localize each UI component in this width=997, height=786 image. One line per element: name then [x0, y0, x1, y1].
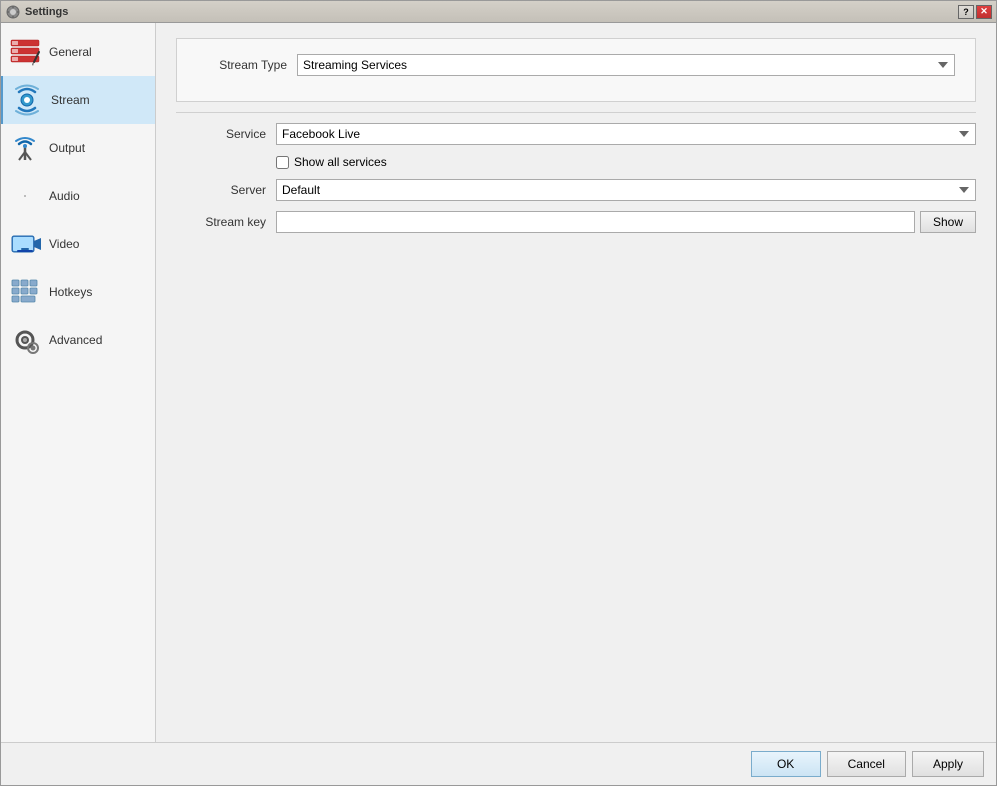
- service-label: Service: [176, 127, 266, 141]
- service-select[interactable]: Facebook Live: [276, 123, 976, 145]
- server-row: Server Default: [176, 179, 976, 201]
- service-control: Facebook Live: [276, 123, 976, 145]
- sidebar-label-hotkeys: Hotkeys: [49, 285, 92, 299]
- sidebar: General Stream: [1, 23, 156, 742]
- title-bar: Settings ? ✕: [1, 1, 996, 23]
- main-content: Stream Type Streaming Services Service F…: [156, 23, 996, 742]
- show-all-services-checkbox[interactable]: [276, 156, 289, 169]
- stream-icon: [11, 84, 43, 116]
- stream-key-input[interactable]: [276, 211, 915, 233]
- server-select[interactable]: Default: [276, 179, 976, 201]
- audio-icon: [9, 180, 41, 212]
- show-stream-key-button[interactable]: Show: [920, 211, 976, 233]
- server-control: Default: [276, 179, 976, 201]
- bottom-bar: OK Cancel Apply: [1, 742, 996, 785]
- stream-key-control: Show: [276, 211, 976, 233]
- sidebar-label-audio: Audio: [49, 189, 80, 203]
- window-title: Settings: [25, 6, 958, 18]
- service-row: Service Facebook Live: [176, 123, 976, 145]
- sidebar-item-output[interactable]: Output: [1, 124, 155, 172]
- stream-type-row: Stream Type Streaming Services: [197, 54, 955, 76]
- close-button[interactable]: ✕: [976, 5, 992, 19]
- output-icon: [9, 132, 41, 164]
- stream-type-select[interactable]: Streaming Services: [297, 54, 955, 76]
- window-icon: [5, 4, 21, 20]
- divider-1: [176, 112, 976, 113]
- apply-button[interactable]: Apply: [912, 751, 984, 777]
- stream-type-control: Streaming Services: [297, 54, 955, 76]
- general-icon: [9, 36, 41, 68]
- cancel-button[interactable]: Cancel: [827, 751, 906, 777]
- show-all-services-label: Show all services: [294, 155, 387, 169]
- content-area: General Stream: [1, 23, 996, 742]
- sidebar-item-hotkeys[interactable]: Hotkeys: [1, 268, 155, 316]
- server-label: Server: [176, 183, 266, 197]
- title-bar-buttons: ? ✕: [958, 5, 992, 19]
- sidebar-item-general[interactable]: General: [1, 28, 155, 76]
- show-all-services-row: Show all services: [276, 155, 976, 169]
- sidebar-label-video: Video: [49, 237, 79, 251]
- stream-type-label: Stream Type: [197, 58, 287, 72]
- stream-key-row: Stream key Show: [176, 211, 976, 233]
- sidebar-item-stream[interactable]: Stream: [1, 76, 155, 124]
- sidebar-label-output: Output: [49, 141, 85, 155]
- sidebar-item-advanced[interactable]: Advanced: [1, 316, 155, 364]
- stream-key-label: Stream key: [176, 215, 266, 229]
- video-icon: [9, 228, 41, 260]
- sidebar-label-advanced: Advanced: [49, 333, 102, 347]
- help-button[interactable]: ?: [958, 5, 974, 19]
- sidebar-label-general: General: [49, 45, 92, 59]
- ok-button[interactable]: OK: [751, 751, 821, 777]
- advanced-icon: [9, 324, 41, 356]
- sidebar-item-audio[interactable]: Audio: [1, 172, 155, 220]
- sidebar-item-video[interactable]: Video: [1, 220, 155, 268]
- sidebar-label-stream: Stream: [51, 93, 90, 107]
- settings-window: Settings ? ✕: [0, 0, 997, 786]
- stream-type-section: Stream Type Streaming Services: [176, 38, 976, 102]
- hotkeys-icon: [9, 276, 41, 308]
